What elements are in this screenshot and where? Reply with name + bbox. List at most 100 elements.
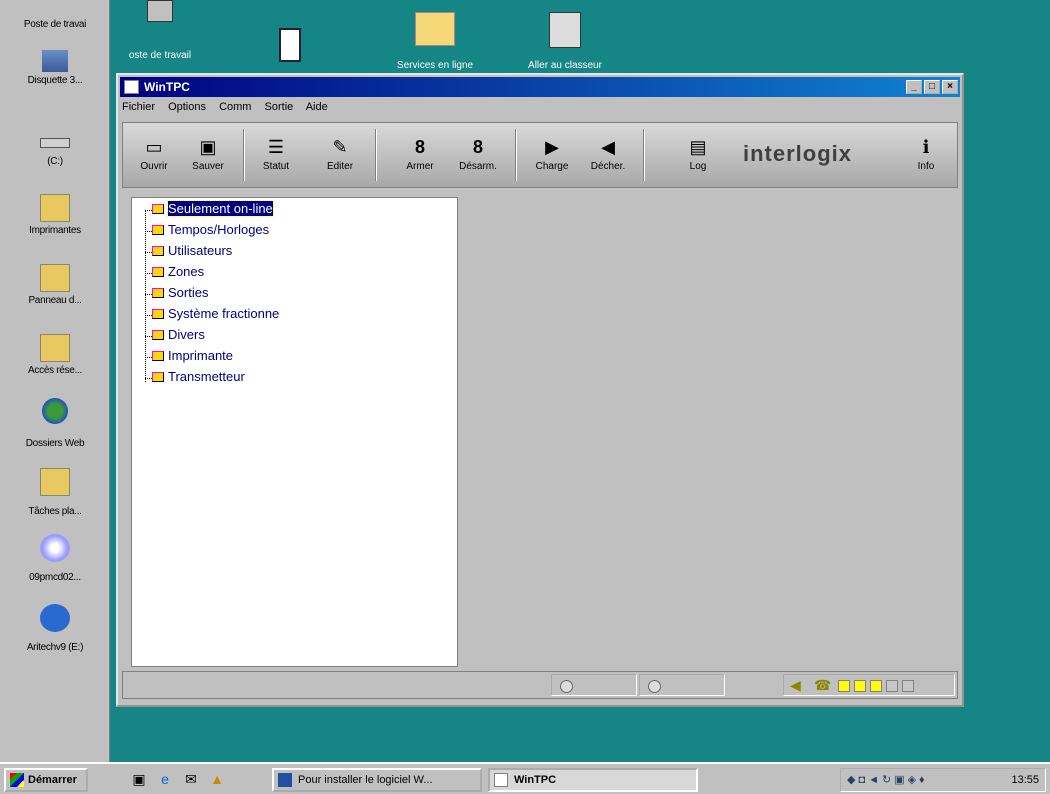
tree-item-label: Transmetteur bbox=[168, 369, 245, 384]
led-indicator bbox=[838, 680, 850, 692]
folder-icon bbox=[152, 330, 164, 340]
open-label: Ouvrir bbox=[140, 161, 168, 172]
desktop-icon-printers[interactable]: Imprimantes bbox=[2, 194, 108, 236]
outlook-icon[interactable]: ✉ bbox=[182, 770, 200, 788]
log-label: Log bbox=[689, 161, 707, 172]
desktop-icon-drive-c[interactable]: (C:) bbox=[2, 138, 108, 167]
aritech-drive-icon bbox=[40, 604, 70, 632]
status-panel bbox=[639, 674, 725, 696]
channel-icon[interactable]: ▲ bbox=[208, 770, 226, 788]
content-pane bbox=[462, 197, 958, 667]
upload-icon: ▶ bbox=[545, 137, 559, 157]
desktop-icon-floppy[interactable]: Disquette 3... bbox=[2, 50, 108, 86]
edit-label: Editer bbox=[326, 161, 354, 172]
close-button[interactable]: × bbox=[942, 80, 958, 94]
info-button[interactable]: ℹ Info bbox=[899, 133, 953, 172]
traffic-light-icon: 8 bbox=[472, 137, 483, 157]
computer-icon bbox=[40, 6, 70, 16]
maximize-button[interactable]: □ bbox=[924, 80, 940, 94]
title-bar[interactable]: WinTPC _ □ × bbox=[120, 77, 960, 97]
tree-item-imprimante[interactable]: Imprimante bbox=[152, 347, 233, 367]
minimize-button[interactable]: _ bbox=[906, 80, 922, 94]
upload-button[interactable]: ▶ Charge bbox=[525, 133, 579, 172]
desktop-icon-control-panel[interactable]: Panneau d... bbox=[2, 264, 108, 306]
tree-item-sorties[interactable]: Sorties bbox=[152, 284, 208, 304]
top-icon-services[interactable]: Services en ligne bbox=[380, 12, 490, 71]
desktop-icon-network[interactable]: Accès rése... bbox=[2, 334, 108, 376]
briefcase-icon bbox=[549, 12, 581, 48]
cd-icon bbox=[40, 534, 70, 562]
tree-item-online[interactable]: Seulement on-line bbox=[152, 200, 274, 220]
folder-icon bbox=[152, 225, 164, 235]
desktop-icon-aritech[interactable]: Aritechv9 (E:) bbox=[2, 604, 108, 653]
task-wintpc[interactable]: WinTPC bbox=[488, 768, 698, 792]
desktop-icon-web-folders[interactable]: Dossiers Web bbox=[2, 398, 108, 449]
tree-item-divers[interactable]: Divers bbox=[152, 326, 205, 346]
tree-line bbox=[145, 336, 152, 337]
edit-button[interactable]: ✎ Editer bbox=[313, 133, 367, 172]
top-icon-briefcase[interactable]: Aller au classeur bbox=[510, 12, 620, 71]
desktop-icon-label: Poste de travai bbox=[23, 19, 87, 30]
folder-icon bbox=[152, 246, 164, 256]
top-icon-tool[interactable] bbox=[270, 28, 310, 62]
tree-item-zones[interactable]: Zones bbox=[152, 263, 204, 283]
desktop-icon-cd[interactable]: 09pmcd02... bbox=[2, 534, 108, 583]
top-icon-label: Services en ligne bbox=[396, 60, 474, 71]
wintpc-window: WinTPC _ □ × Fichier Options Comm Sortie… bbox=[116, 73, 964, 707]
tree-item-utilisateurs[interactable]: Utilisateurs bbox=[152, 242, 232, 262]
tree-line bbox=[145, 273, 152, 274]
printers-icon bbox=[40, 194, 70, 222]
status-label: Statut bbox=[262, 161, 290, 172]
menu-comm[interactable]: Comm bbox=[219, 101, 251, 113]
desktop-icon-quicklaunch[interactable]: ▣ bbox=[130, 770, 148, 788]
desktop-icon-label: Aritechv9 (E:) bbox=[26, 642, 84, 653]
toolbar: ▭ Ouvrir ▣ Sauver ☰ Statut ✎ Editer 8 Armer 8… bbox=[122, 122, 958, 188]
tree-item-transmetteur[interactable]: Transmetteur bbox=[152, 368, 245, 388]
folder-icon bbox=[152, 309, 164, 319]
download-button[interactable]: ◀ Décher. bbox=[581, 133, 635, 172]
led-indicator bbox=[886, 680, 898, 692]
toolbar-separator bbox=[375, 129, 377, 181]
info-icon: ℹ bbox=[922, 137, 930, 157]
network-icon bbox=[40, 334, 70, 362]
status-icon: ☰ bbox=[267, 137, 285, 157]
arm-label: Armer bbox=[406, 161, 434, 172]
control-panel-icon bbox=[40, 264, 70, 292]
status-button[interactable]: ☰ Statut bbox=[249, 133, 303, 172]
interlogix-logo: interlogix bbox=[743, 141, 853, 166]
menu-options[interactable]: Options bbox=[168, 101, 206, 113]
desktop-icon-label: Panneau d... bbox=[28, 295, 82, 306]
tree-item-label: Système fractionne bbox=[168, 306, 280, 321]
app-icon bbox=[494, 773, 508, 787]
open-button[interactable]: ▭ Ouvrir bbox=[127, 133, 181, 172]
log-button[interactable]: ▤ Log bbox=[671, 133, 725, 172]
desktop-icon-computer[interactable]: Poste de travai bbox=[2, 6, 108, 30]
task-install[interactable]: Pour installer le logiciel W... bbox=[272, 768, 482, 792]
arm-button[interactable]: 8 Armer bbox=[393, 133, 447, 172]
tree-item-tempos[interactable]: Tempos/Horloges bbox=[152, 221, 269, 241]
folder-icon bbox=[152, 288, 164, 298]
disarm-button[interactable]: 8 Désarm. bbox=[451, 133, 505, 172]
tree-item-systeme[interactable]: Système fractionne bbox=[152, 305, 279, 325]
save-button[interactable]: ▣ Sauver bbox=[181, 133, 235, 172]
taskbar: Démarrer ▣ e ✉ ▲ Pour installer le logic… bbox=[0, 762, 1050, 794]
clock[interactable]: 13:55 bbox=[1011, 774, 1039, 786]
desktop-icon-label: Accès rése... bbox=[28, 365, 82, 376]
folder-icon bbox=[415, 12, 455, 46]
menu-sortie[interactable]: Sortie bbox=[265, 101, 294, 113]
ie-icon[interactable]: e bbox=[156, 770, 174, 788]
drive-icon bbox=[40, 138, 70, 148]
folder-icon bbox=[152, 267, 164, 277]
menu-fichier[interactable]: Fichier bbox=[122, 101, 155, 113]
menu-aide[interactable]: Aide bbox=[306, 101, 328, 113]
tray-icons[interactable]: ◆◘◄↻▣◈♦ bbox=[847, 769, 928, 791]
connection-indicator-icon bbox=[648, 680, 661, 693]
tree-line bbox=[145, 294, 152, 295]
toolbar-separator bbox=[243, 129, 245, 181]
desktop-icon-scheduled-tasks[interactable]: Tâches pla... bbox=[2, 468, 108, 517]
task-label: WinTPC bbox=[514, 774, 557, 786]
top-icon-computer[interactable]: oste de travail bbox=[120, 0, 200, 61]
download-label: Décher. bbox=[590, 161, 626, 172]
start-button[interactable]: Démarrer bbox=[4, 768, 88, 792]
phone-icon: ☎ bbox=[814, 677, 832, 693]
